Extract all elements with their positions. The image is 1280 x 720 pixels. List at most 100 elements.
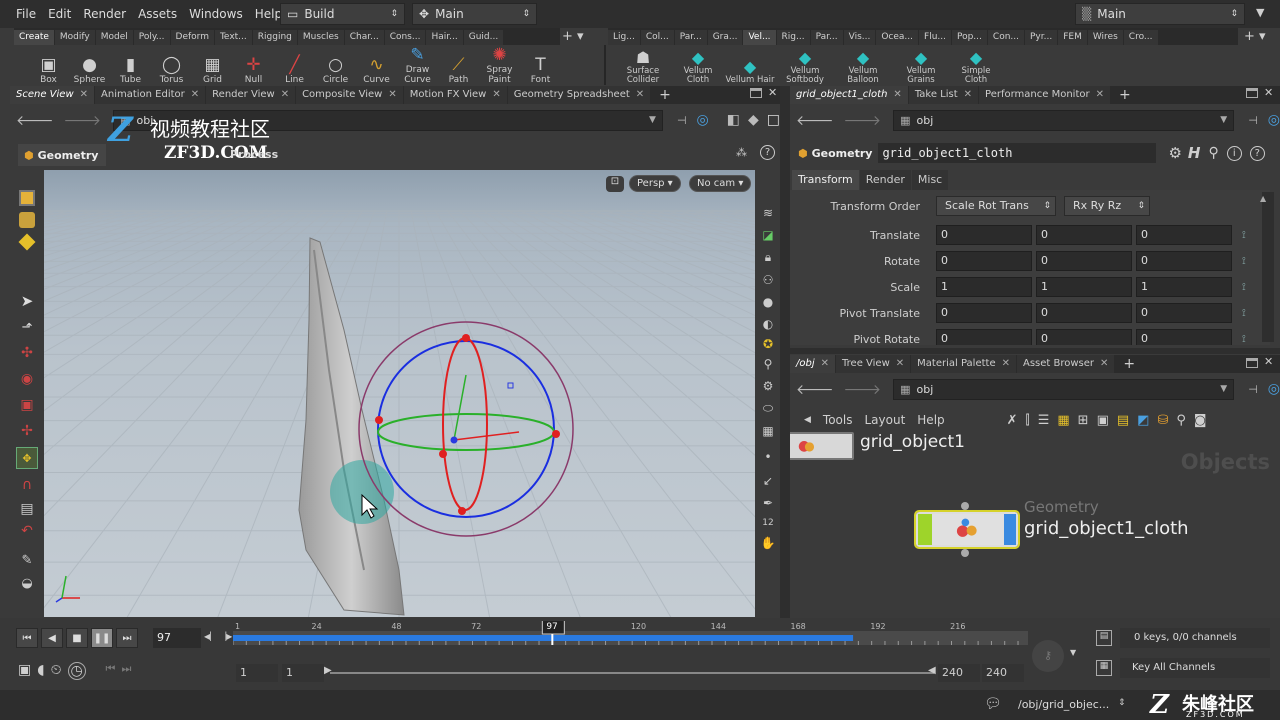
- realtime-icon[interactable]: ⏲: [51, 662, 62, 680]
- play-reverse-button[interactable]: ◀: [41, 628, 63, 648]
- param-field-z[interactable]: 0: [1136, 329, 1232, 345]
- node-input-dot[interactable]: [961, 502, 969, 510]
- shelf-tab-pyr-12[interactable]: Pyr...: [1024, 30, 1058, 45]
- subtab-misc[interactable]: Misc: [911, 170, 949, 190]
- forward-arrow-icon[interactable]: 🡒: [844, 381, 882, 398]
- hscript-icon[interactable]: H: [1188, 144, 1201, 162]
- search-icon[interactable]: ⚲: [1208, 145, 1218, 161]
- add-tab-icon[interactable]: +: [1123, 356, 1135, 372]
- lightbulb-icon[interactable]: ✪: [763, 337, 773, 351]
- cylinder-icon[interactable]: ⛁: [1157, 413, 1168, 428]
- wire-icon[interactable]: ⬭: [763, 401, 773, 416]
- network-editor[interactable]: Objects ● ● grid_object1 Geometry ● ● ● g…: [790, 432, 1280, 617]
- param-link-icon[interactable]: ⟟: [1242, 282, 1246, 293]
- pane-tab-motion-fx-view[interactable]: Motion FX View ✕: [403, 86, 507, 104]
- pane-tab-tree-view[interactable]: Tree View ✕: [836, 355, 911, 373]
- tool-font[interactable]: T Font: [520, 55, 561, 85]
- help-icon[interactable]: ?: [760, 145, 775, 160]
- ghost-icon[interactable]: ◪: [762, 228, 773, 242]
- shelf-tab-wires-14[interactable]: Wires: [1087, 30, 1123, 45]
- close-icon[interactable]: ✕: [281, 89, 289, 100]
- shelf-tab-ocea-8[interactable]: Ocea...: [876, 30, 919, 45]
- display-options-icon[interactable]: ⁂: [736, 146, 747, 159]
- close-icon[interactable]: ✕: [191, 89, 199, 100]
- search-icon[interactable]: ⚲: [1176, 413, 1186, 428]
- jump-end-button[interactable]: ⏭: [116, 628, 138, 648]
- scale-icon[interactable]: ▣: [20, 397, 33, 413]
- points-mode-icon[interactable]: [19, 212, 35, 228]
- pane-tab-take-list[interactable]: Take List ✕: [908, 86, 979, 104]
- range-slider[interactable]: [330, 672, 934, 674]
- param-field-x[interactable]: 0: [936, 303, 1032, 323]
- camera-icon[interactable]: ⚲: [764, 357, 773, 371]
- info-icon[interactable]: i: [1226, 145, 1242, 161]
- tool-surface-collider[interactable]: ☗ Surface Collider: [614, 48, 672, 85]
- rot-order-select[interactable]: Rx Ry Rz ⇕: [1064, 196, 1150, 216]
- pane-tab-performance-monitor[interactable]: Performance Monitor ✕: [979, 86, 1110, 104]
- key-all-channels-select[interactable]: Key All Channels: [1120, 658, 1270, 678]
- scene-viewport[interactable]: ⊡ Persp ▾ No cam ▾: [44, 170, 755, 617]
- stop-button[interactable]: ■: [66, 628, 88, 648]
- end-frame-field[interactable]: 240: [938, 664, 980, 682]
- select-mode-icon[interactable]: [19, 190, 35, 206]
- context-select[interactable]: ✥ Main ⇕: [412, 3, 537, 25]
- shapes-icon[interactable]: ◆: [748, 112, 759, 128]
- shelf-tab-create[interactable]: Create: [14, 30, 54, 45]
- forward-arrow-icon[interactable]: 🡒: [844, 112, 882, 129]
- list-icon[interactable]: ☰: [1038, 413, 1050, 428]
- param-field-x[interactable]: 0: [936, 225, 1032, 245]
- camera-icon[interactable]: ◙: [1194, 413, 1207, 428]
- pin-icon[interactable]: ⊣: [1248, 383, 1258, 396]
- param-field-y[interactable]: 0: [1036, 225, 1132, 245]
- param-field-y[interactable]: 0: [1036, 303, 1132, 323]
- desktop-select[interactable]: ▭ Build ⇕: [280, 3, 405, 25]
- shelf-tab-rigging[interactable]: Rigging: [252, 30, 297, 45]
- brush-icon[interactable]: ↙: [763, 474, 773, 488]
- close-icon[interactable]: ✕: [636, 89, 644, 100]
- pane-splitter-h[interactable]: [790, 348, 1280, 354]
- subtab-render[interactable]: Render: [859, 170, 911, 190]
- pane-tab-render-view[interactable]: Render View ✕: [206, 86, 296, 104]
- pane-menu-icon[interactable]: [1246, 88, 1258, 98]
- arrow-select-icon[interactable]: ➤: [21, 292, 34, 310]
- tool-grid[interactable]: ▦ Grid: [192, 55, 233, 85]
- handle-dot-right[interactable]: [552, 430, 560, 438]
- square-icon[interactable]: □: [767, 112, 780, 128]
- primitive-mode-icon[interactable]: [18, 233, 36, 251]
- shelf-tab-modify[interactable]: Modify: [54, 30, 95, 45]
- menu-layout[interactable]: Layout: [864, 413, 905, 427]
- handle-icon[interactable]: ✢: [21, 423, 33, 439]
- pane-tab-obj[interactable]: /obj ✕: [790, 355, 836, 373]
- tool-curve[interactable]: ∿ Curve: [356, 55, 397, 85]
- camera-lock-icon[interactable]: ⊡: [606, 176, 624, 192]
- shelf-tab-pop-10[interactable]: Pop...: [951, 30, 987, 45]
- node-grid-object1-cloth[interactable]: ● ● ●: [914, 510, 1020, 549]
- start-frame-field-2[interactable]: 1: [282, 664, 324, 682]
- tool-tube[interactable]: ▮ Tube: [110, 55, 151, 85]
- geometry-tab[interactable]: ⬢ Geometry: [18, 144, 106, 166]
- shelf-tab-gra-3[interactable]: Gra...: [707, 30, 743, 45]
- shelf-add-tab[interactable]: + ▾: [562, 29, 584, 44]
- shelf-tab-par-2[interactable]: Par...: [674, 30, 707, 45]
- template-icon[interactable]: ⚇: [763, 273, 774, 287]
- snap-icon[interactable]: ▤: [20, 501, 33, 517]
- pane-tab-scene-view[interactable]: Scene View ✕: [10, 86, 95, 104]
- tool-path[interactable]: ⟋ Path: [438, 55, 479, 85]
- gear-icon[interactable]: ⚙: [763, 379, 774, 393]
- pane-tab-geometry-spreadsheet[interactable]: Geometry Spreadsheet ✕: [507, 86, 651, 104]
- start-frame-field[interactable]: 1: [236, 664, 278, 682]
- handle-dot-left[interactable]: [375, 416, 383, 424]
- pane-tab-animation-editor[interactable]: Animation Editor ✕: [95, 86, 206, 104]
- shelf-tab-par-6[interactable]: Par...: [810, 30, 843, 45]
- pane-tab-material-palette[interactable]: Material Palette ✕: [911, 355, 1016, 373]
- move-icon[interactable]: ✣: [21, 345, 33, 361]
- tool-vellum-balloon[interactable]: ◆ Vellum Balloon: [834, 48, 892, 85]
- rotate-icon[interactable]: ◉: [21, 371, 33, 387]
- add-tab-icon[interactable]: +: [1119, 87, 1131, 103]
- shelf-tab-fem-13[interactable]: FEM: [1058, 30, 1087, 45]
- link-icon[interactable]: ◎: [697, 112, 709, 128]
- persp-menu[interactable]: Persp ▾: [629, 175, 681, 192]
- shelf-tab-cro-15[interactable]: Cro...: [1123, 30, 1158, 45]
- end-frame-field-2[interactable]: 240: [982, 664, 1024, 682]
- cube-icon[interactable]: ◧: [727, 112, 740, 128]
